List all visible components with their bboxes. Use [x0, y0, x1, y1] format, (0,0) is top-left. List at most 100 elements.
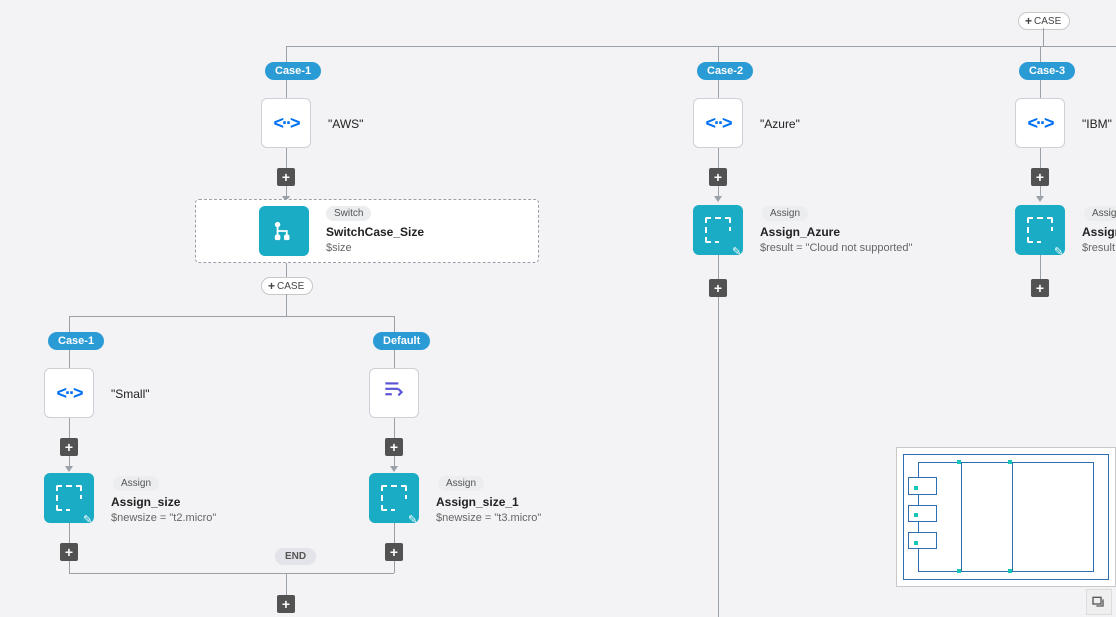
connector: [286, 80, 287, 98]
connector: [69, 561, 70, 573]
add-step-button[interactable]: +: [709, 168, 727, 186]
connector: [718, 80, 719, 98]
node-type-badge: Assign: [113, 476, 159, 491]
arrow-icon: [390, 466, 398, 472]
connector: [718, 297, 719, 617]
assign-icon: [56, 485, 82, 511]
connector: [718, 46, 719, 62]
fit-view-button[interactable]: [1086, 589, 1112, 615]
connector: [286, 46, 287, 62]
code-icon: <··>: [273, 113, 298, 134]
arrow-icon: [65, 466, 73, 472]
arrow-icon: [714, 196, 722, 202]
pencil-icon: ✎: [408, 513, 418, 523]
connector: [69, 523, 70, 543]
assign-node-size[interactable]: ✎: [44, 473, 94, 523]
node-type-badge: Assign: [438, 476, 484, 491]
connector: [286, 263, 287, 277]
connector: [286, 148, 287, 168]
add-case-label: CASE: [1034, 16, 1061, 27]
add-step-button[interactable]: +: [385, 543, 403, 561]
value-label-azure: "Azure": [760, 117, 800, 131]
arrow-icon: [1036, 196, 1044, 202]
minimap-viewport[interactable]: [903, 454, 1109, 580]
assign-icon: [1027, 217, 1053, 243]
assign-size-1-name: Assign_size_1: [436, 495, 519, 509]
plus-icon: +: [1025, 15, 1032, 27]
minimap[interactable]: [896, 447, 1116, 587]
add-step-button[interactable]: +: [709, 279, 727, 297]
selected-node-wrapper[interactable]: Switch SwitchCase_Size $size: [195, 199, 539, 263]
assign-node-azure[interactable]: ✎: [693, 205, 743, 255]
connector: [286, 573, 287, 595]
assign-size-1-expr: $newsize = "t3.micro": [436, 512, 541, 524]
connector: [718, 255, 719, 279]
node-type-badge: Assign: [762, 206, 808, 221]
assign-size-name: Assign_size: [111, 495, 180, 509]
value-node-azure[interactable]: <··>: [693, 98, 743, 148]
switch-node[interactable]: [259, 206, 309, 256]
connector: [1040, 255, 1041, 279]
case-pill-2[interactable]: Case-2: [697, 62, 753, 80]
add-step-button[interactable]: +: [1031, 168, 1049, 186]
assign-node-size-1[interactable]: ✎: [369, 473, 419, 523]
value-label-ibm: "IBM": [1082, 117, 1112, 131]
connector: [718, 148, 719, 168]
connector: [394, 418, 395, 438]
case-pill-size-1[interactable]: Case-1: [48, 332, 104, 350]
add-case-label: CASE: [277, 281, 304, 292]
pencil-icon: ✎: [83, 513, 93, 523]
node-type-badge: Switch: [326, 206, 371, 221]
default-icon: [381, 378, 407, 409]
assign-node-ibm[interactable]: ✎: [1015, 205, 1065, 255]
node-type-badge: Assign: [1084, 206, 1116, 221]
value-node-ibm[interactable]: <··>: [1015, 98, 1065, 148]
connector: [394, 350, 395, 368]
case-pill-3[interactable]: Case-3: [1019, 62, 1075, 80]
code-icon: <··>: [56, 383, 81, 404]
connector: [69, 573, 394, 574]
connector: [394, 561, 395, 573]
plus-icon: +: [268, 280, 275, 292]
connector: [394, 316, 395, 332]
case-pill-1[interactable]: Case-1: [265, 62, 321, 80]
code-icon: <··>: [705, 113, 730, 134]
assign-ibm-name: Assign_IBM: [1082, 225, 1116, 239]
assign-icon: [705, 217, 731, 243]
add-step-button[interactable]: +: [60, 438, 78, 456]
default-node[interactable]: [369, 368, 419, 418]
switch-icon: [273, 220, 295, 242]
flow-canvas[interactable]: + CASE Case-1 Case-2 Case-3 <··> "AWS" <…: [0, 0, 1116, 617]
value-label-aws: "AWS": [328, 117, 363, 131]
connector: [1043, 28, 1044, 46]
add-step-button[interactable]: +: [1031, 279, 1049, 297]
connector: [394, 523, 395, 543]
assign-size-expr: $newsize = "t2.micro": [111, 512, 216, 524]
connector: [69, 316, 70, 332]
connector: [69, 316, 394, 317]
end-pill: END: [275, 548, 316, 565]
assign-ibm-expr: $result: [1082, 242, 1115, 254]
switch-name: SwitchCase_Size: [326, 225, 424, 239]
connector: [1040, 46, 1041, 62]
value-label-small: "Small": [111, 387, 150, 401]
connector: [286, 46, 1116, 47]
connector: [1040, 80, 1041, 98]
add-case-button-switch[interactable]: + CASE: [261, 277, 313, 295]
add-step-button[interactable]: +: [277, 595, 295, 613]
connector: [1040, 148, 1041, 168]
add-step-button[interactable]: +: [60, 543, 78, 561]
value-node-aws[interactable]: <··>: [261, 98, 311, 148]
pencil-icon: ✎: [1054, 245, 1064, 255]
assign-azure-expr: $result = "Cloud not supported": [760, 242, 912, 254]
add-step-button[interactable]: +: [385, 438, 403, 456]
case-pill-default[interactable]: Default: [373, 332, 430, 350]
connector: [286, 294, 287, 316]
connector: [69, 418, 70, 438]
pencil-icon: ✎: [732, 245, 742, 255]
assign-azure-name: Assign_Azure: [760, 225, 840, 239]
add-case-button-top[interactable]: + CASE: [1018, 12, 1070, 30]
value-node-small[interactable]: <··>: [44, 368, 94, 418]
add-step-button[interactable]: +: [277, 168, 295, 186]
assign-icon: [381, 485, 407, 511]
